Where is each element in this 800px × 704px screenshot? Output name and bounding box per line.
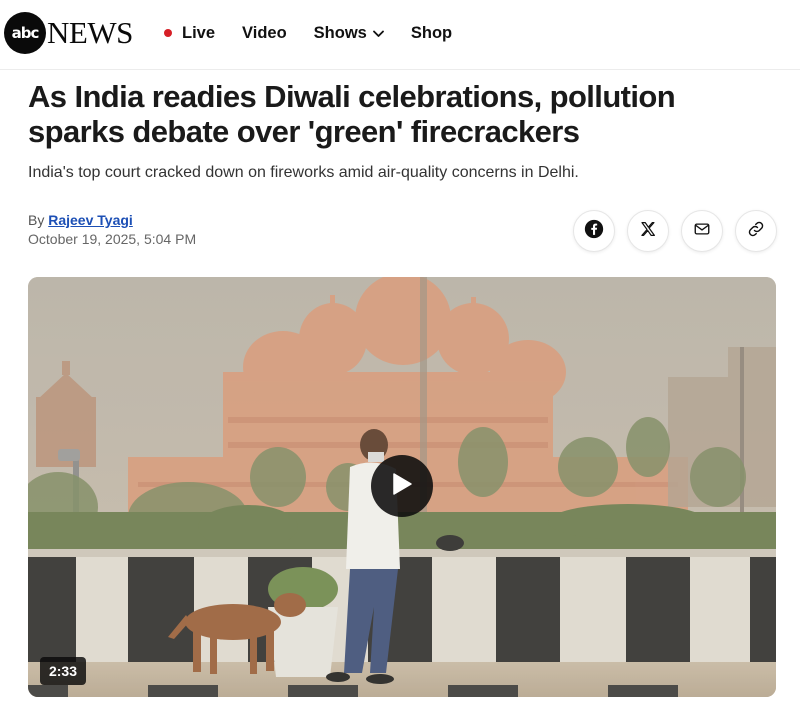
play-button[interactable]: [371, 455, 433, 517]
link-icon: [747, 220, 765, 243]
chevron-down-icon: [372, 24, 384, 43]
main-nav: Live Video Shows Shop: [164, 20, 479, 46]
nav-item-label: Video: [242, 23, 287, 42]
news-logo-word: NEWS: [47, 15, 133, 50]
nav-item-live[interactable]: Live: [164, 24, 215, 43]
nav-item-label: Live: [182, 23, 216, 42]
top-nav-bar: abc NEWS Live Video Shows Shop: [0, 0, 800, 70]
nav-item-shop[interactable]: Shop: [411, 24, 452, 43]
play-icon: [391, 472, 413, 501]
mail-icon: [693, 220, 711, 243]
article-subheadline: India's top court cracked down on firewo…: [28, 164, 579, 181]
nav-item-video[interactable]: Video: [242, 24, 287, 43]
x-icon: [639, 220, 657, 243]
live-dot-icon: [164, 29, 172, 37]
byline: By Rajeev Tyagi: [28, 212, 133, 228]
publish-date: October 19, 2025, 5:04 PM: [28, 231, 197, 247]
nav-item-label: Shows: [313, 23, 367, 42]
article-headline: As India readies Diwali celebrations, po…: [28, 79, 728, 149]
video-duration-badge: 2:33: [40, 657, 86, 685]
copy-link-button[interactable]: [735, 210, 777, 252]
share-facebook-button[interactable]: [573, 210, 615, 252]
headline-line-1: As India readies Diwali celebrations, po…: [28, 79, 676, 114]
nav-item-label: Shop: [410, 23, 453, 42]
facebook-icon: [584, 219, 604, 244]
share-x-button[interactable]: [627, 210, 669, 252]
abc-logo-mark: abc: [4, 12, 46, 54]
author-link[interactable]: Rajeev Tyagi: [48, 212, 133, 228]
headline-line-2: sparks debate over 'green' firecrackers: [28, 114, 580, 149]
byline-prefix: By: [28, 212, 45, 228]
share-email-button[interactable]: [681, 210, 723, 252]
abc-news-logo[interactable]: abc NEWS: [4, 12, 133, 54]
nav-item-shows[interactable]: Shows: [314, 24, 384, 43]
